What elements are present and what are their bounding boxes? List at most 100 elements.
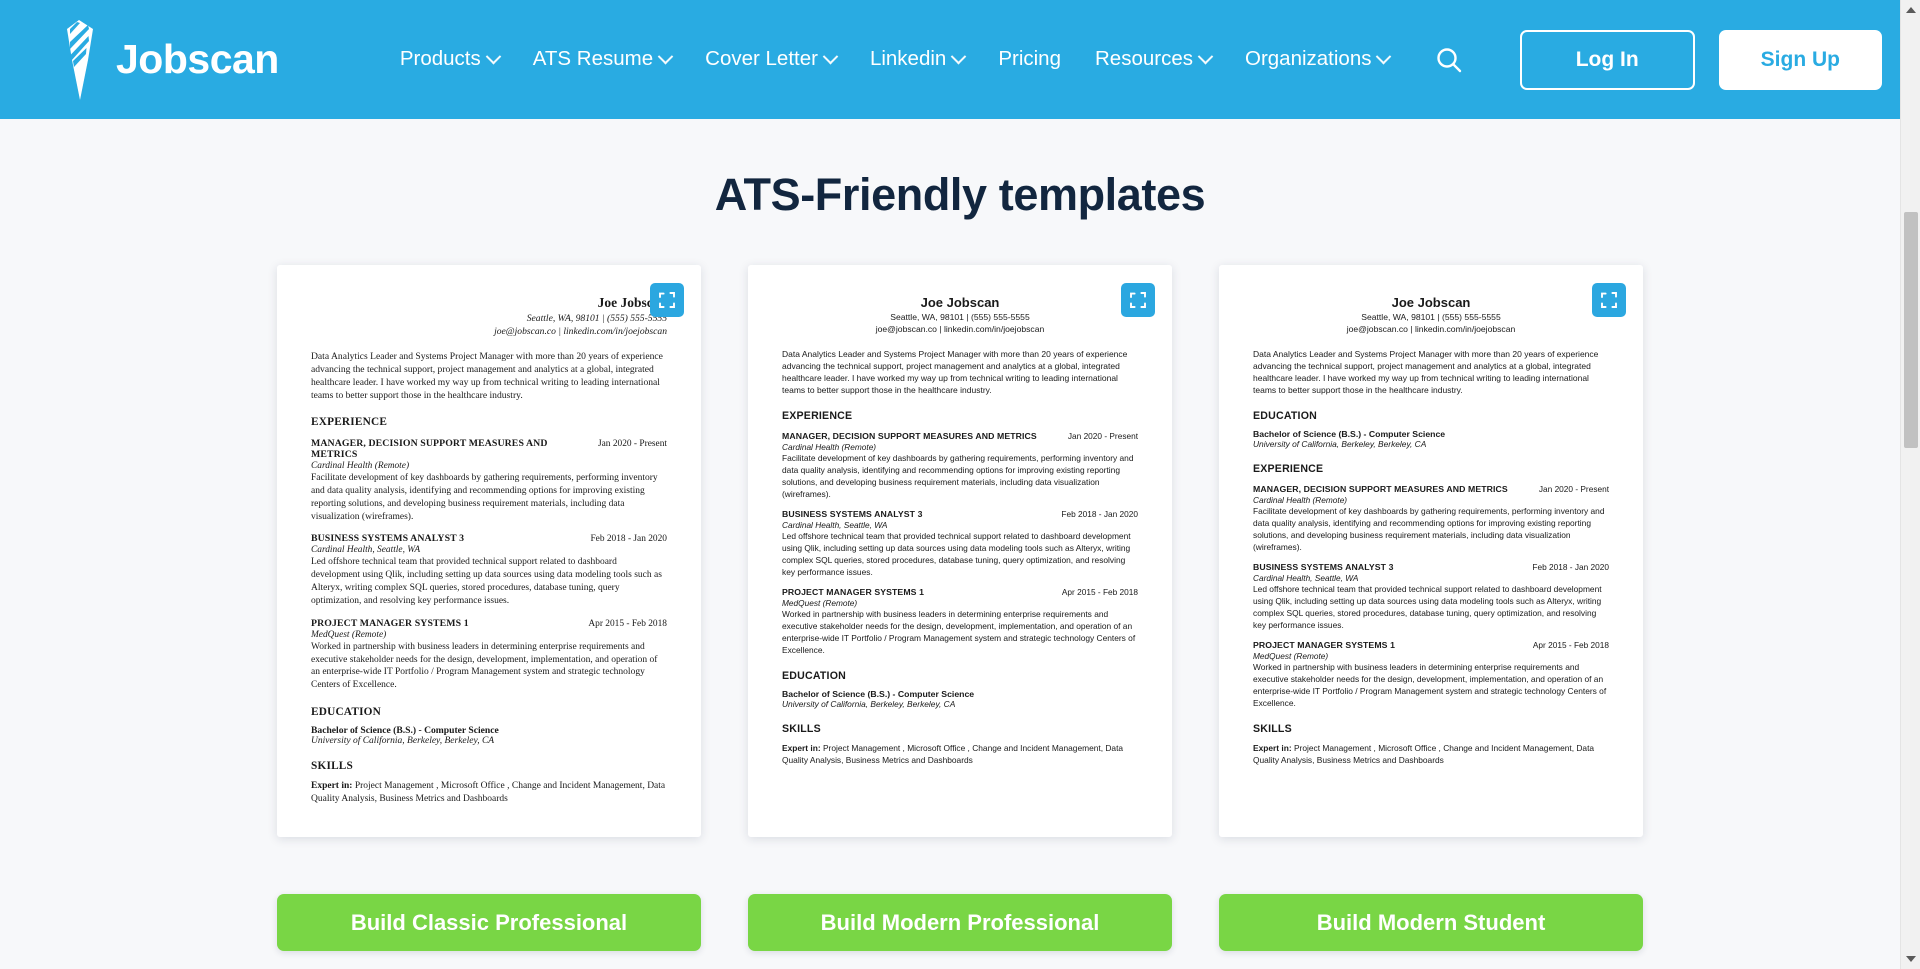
job-title: PROJECT MANAGER SYSTEMS 1 <box>782 587 925 598</box>
main-navigation: Products ATS Resume Cover Letter Linkedi… <box>383 37 1473 83</box>
job-company: Cardinal Health, Seattle, WA <box>1253 573 1359 584</box>
scroll-down-button[interactable] <box>1901 949 1920 969</box>
job-date: Jan 2020 - Present <box>1538 484 1609 495</box>
job-company: Cardinal Health (Remote) <box>311 461 410 472</box>
build-modern-professional-button[interactable]: Build Modern Professional <box>748 894 1172 951</box>
job-company: MedQuest (Remote) <box>782 598 858 609</box>
resume-body: Joe Jobscan Seattle, WA, 98101 | (555) 5… <box>748 265 1172 767</box>
jobscan-tie-logo-icon <box>67 19 93 100</box>
template-card-modern-student: Joe Jobscan Seattle, WA, 98101 | (555) 5… <box>1219 265 1643 951</box>
job-date: Jan 2020 - Present <box>598 439 667 450</box>
page-title: ATS-Friendly templates <box>714 169 1206 220</box>
education-school: University of California, Berkeley, Berk… <box>1253 439 1427 450</box>
job-description: Facilitate development of key dashboards… <box>782 453 1134 499</box>
search-icon <box>1437 47 1462 72</box>
scrollbar-thumb[interactable] <box>1904 212 1918 448</box>
job-description: Led offshore technical team that provide… <box>1253 584 1602 630</box>
skills-entry: Expert in: Project Management , Microsof… <box>311 780 667 806</box>
resume-preview[interactable]: Joe Jobscan Seattle, WA, 98101 | (555) 5… <box>1219 265 1643 837</box>
education-degree: Bachelor of Science (B.S.) - Computer Sc… <box>1253 429 1446 440</box>
chevron-down-icon <box>951 48 967 65</box>
resume-name: Joe Jobscan <box>920 295 1000 310</box>
job-description: Facilitate development of key dashboards… <box>311 473 658 522</box>
nav-item-cover-letter[interactable]: Cover Letter <box>688 41 853 78</box>
job-company: Cardinal Health (Remote) <box>782 442 877 453</box>
skills-text: Project Management , Microsoft Office , … <box>311 780 666 804</box>
job-date: Apr 2015 - Feb 2018 <box>1061 587 1138 598</box>
job-date: Apr 2015 - Feb 2018 <box>588 618 667 629</box>
resume-summary: Data Analytics Leader and Systems Projec… <box>782 349 1128 396</box>
expand-fullscreen-icon <box>1130 292 1146 308</box>
education-degree: Bachelor of Science (B.S.) - Computer Sc… <box>311 724 499 736</box>
expand-fullscreen-icon <box>1601 292 1617 308</box>
nav-label: Products <box>399 47 481 71</box>
job-title: PROJECT MANAGER SYSTEMS 1 <box>311 617 469 629</box>
scroll-up-button[interactable] <box>1901 0 1920 20</box>
header-actions: Log In Sign Up <box>1519 29 1920 90</box>
main-content: ATS-Friendly templates Joe Jobscan Seatt… <box>0 119 1920 951</box>
section-heading-experience: EXPERIENCE <box>311 416 388 429</box>
education-entry: Bachelor of Science (B.S.) - Computer Sc… <box>1253 429 1609 449</box>
nav-item-ats-resume[interactable]: ATS Resume <box>516 41 688 78</box>
nav-label: Pricing <box>998 47 1061 71</box>
resume-preview[interactable]: Joe Jobscan Seattle, WA, 98101 | (555) 5… <box>748 265 1172 837</box>
job-description: Worked in partnership with business lead… <box>782 609 1136 655</box>
expand-preview-button[interactable] <box>1121 283 1155 317</box>
login-button[interactable]: Log In <box>1519 29 1695 90</box>
resume-contact-line-2: joe@jobscan.co | linkedin.com/in/joejobs… <box>494 326 667 337</box>
skills-label: Expert in: <box>311 780 353 791</box>
build-classic-professional-button[interactable]: Build Classic Professional <box>277 894 701 951</box>
education-degree: Bachelor of Science (B.S.) - Computer Sc… <box>782 689 975 700</box>
resume-body: Joe Jobscan Seattle, WA, 98101 | (555) 5… <box>277 265 701 806</box>
brand-logo[interactable]: Jobscan <box>58 19 279 100</box>
build-modern-student-button[interactable]: Build Modern Student <box>1219 894 1643 951</box>
nav-item-resources[interactable]: Resources <box>1078 41 1228 78</box>
expand-fullscreen-icon <box>659 292 675 308</box>
brand-name: Jobscan <box>116 36 279 82</box>
job-title: MANAGER, DECISION SUPPORT MEASURES AND M… <box>782 431 1037 442</box>
nav-label: Organizations <box>1245 47 1372 71</box>
section-heading-skills: SKILLS <box>782 723 821 736</box>
experience-entry: BUSINESS SYSTEMS ANALYST 3 Feb 2018 - Ja… <box>1253 562 1609 631</box>
section-heading-skills: SKILLS <box>1253 723 1292 736</box>
scroll-up-arrow-icon <box>1906 7 1916 13</box>
site-header: Jobscan Products ATS Resume Cover Letter… <box>0 0 1920 119</box>
signup-button[interactable]: Sign Up <box>1718 29 1882 90</box>
section-heading-experience: EXPERIENCE <box>782 410 853 423</box>
education-entry: Bachelor of Science (B.S.) - Computer Sc… <box>782 689 1138 709</box>
job-title: BUSINESS SYSTEMS ANALYST 3 <box>1253 562 1394 573</box>
expand-preview-button[interactable] <box>650 283 684 317</box>
chevron-down-icon <box>1376 48 1392 65</box>
skills-label: Expert in: <box>782 743 821 754</box>
experience-entry: MANAGER, DECISION SUPPORT MEASURES AND M… <box>782 431 1138 500</box>
job-date: Feb 2018 - Jan 2020 <box>590 534 667 545</box>
job-description: Led offshore technical team that provide… <box>782 531 1131 577</box>
resume-contact-line-1: Seattle, WA, 98101 | (555) 555-5555 <box>526 313 667 324</box>
nav-item-organizations[interactable]: Organizations <box>1228 41 1406 78</box>
job-title: PROJECT MANAGER SYSTEMS 1 <box>1253 640 1396 651</box>
nav-item-products[interactable]: Products <box>383 41 516 78</box>
resume-preview[interactable]: Joe Jobscan Seattle, WA, 98101 | (555) 5… <box>277 265 701 837</box>
expand-preview-button[interactable] <box>1592 283 1626 317</box>
chevron-down-icon <box>822 48 839 65</box>
nav-label: Resources <box>1095 47 1193 71</box>
skills-label: Expert in: <box>1253 743 1292 754</box>
page-scrollbar[interactable] <box>1900 0 1920 969</box>
job-title: MANAGER, DECISION SUPPORT MEASURES AND M… <box>311 438 548 461</box>
chevron-down-icon <box>1197 48 1214 65</box>
resume-contact-line-2: joe@jobscan.co | linkedin.com/in/joejobs… <box>1346 324 1516 334</box>
job-company: Cardinal Health (Remote) <box>1253 495 1348 506</box>
job-date: Feb 2018 - Jan 2020 <box>1532 562 1609 573</box>
experience-entry: PROJECT MANAGER SYSTEMS 1 Apr 2015 - Feb… <box>311 618 667 692</box>
search-button[interactable] <box>1426 37 1472 83</box>
job-date: Apr 2015 - Feb 2018 <box>1532 640 1609 651</box>
nav-label: ATS Resume <box>532 47 654 71</box>
experience-entry: BUSINESS SYSTEMS ANALYST 3 Feb 2018 - Ja… <box>311 533 667 607</box>
nav-item-linkedin[interactable]: Linkedin <box>853 41 981 78</box>
nav-item-pricing[interactable]: Pricing <box>981 41 1078 78</box>
job-company: MedQuest (Remote) <box>311 629 387 640</box>
job-title: MANAGER, DECISION SUPPORT MEASURES AND M… <box>1253 484 1508 495</box>
job-description: Worked in partnership with business lead… <box>311 641 658 691</box>
experience-entry: BUSINESS SYSTEMS ANALYST 3 Feb 2018 - Ja… <box>782 509 1138 578</box>
scroll-down-arrow-icon <box>1906 956 1916 962</box>
